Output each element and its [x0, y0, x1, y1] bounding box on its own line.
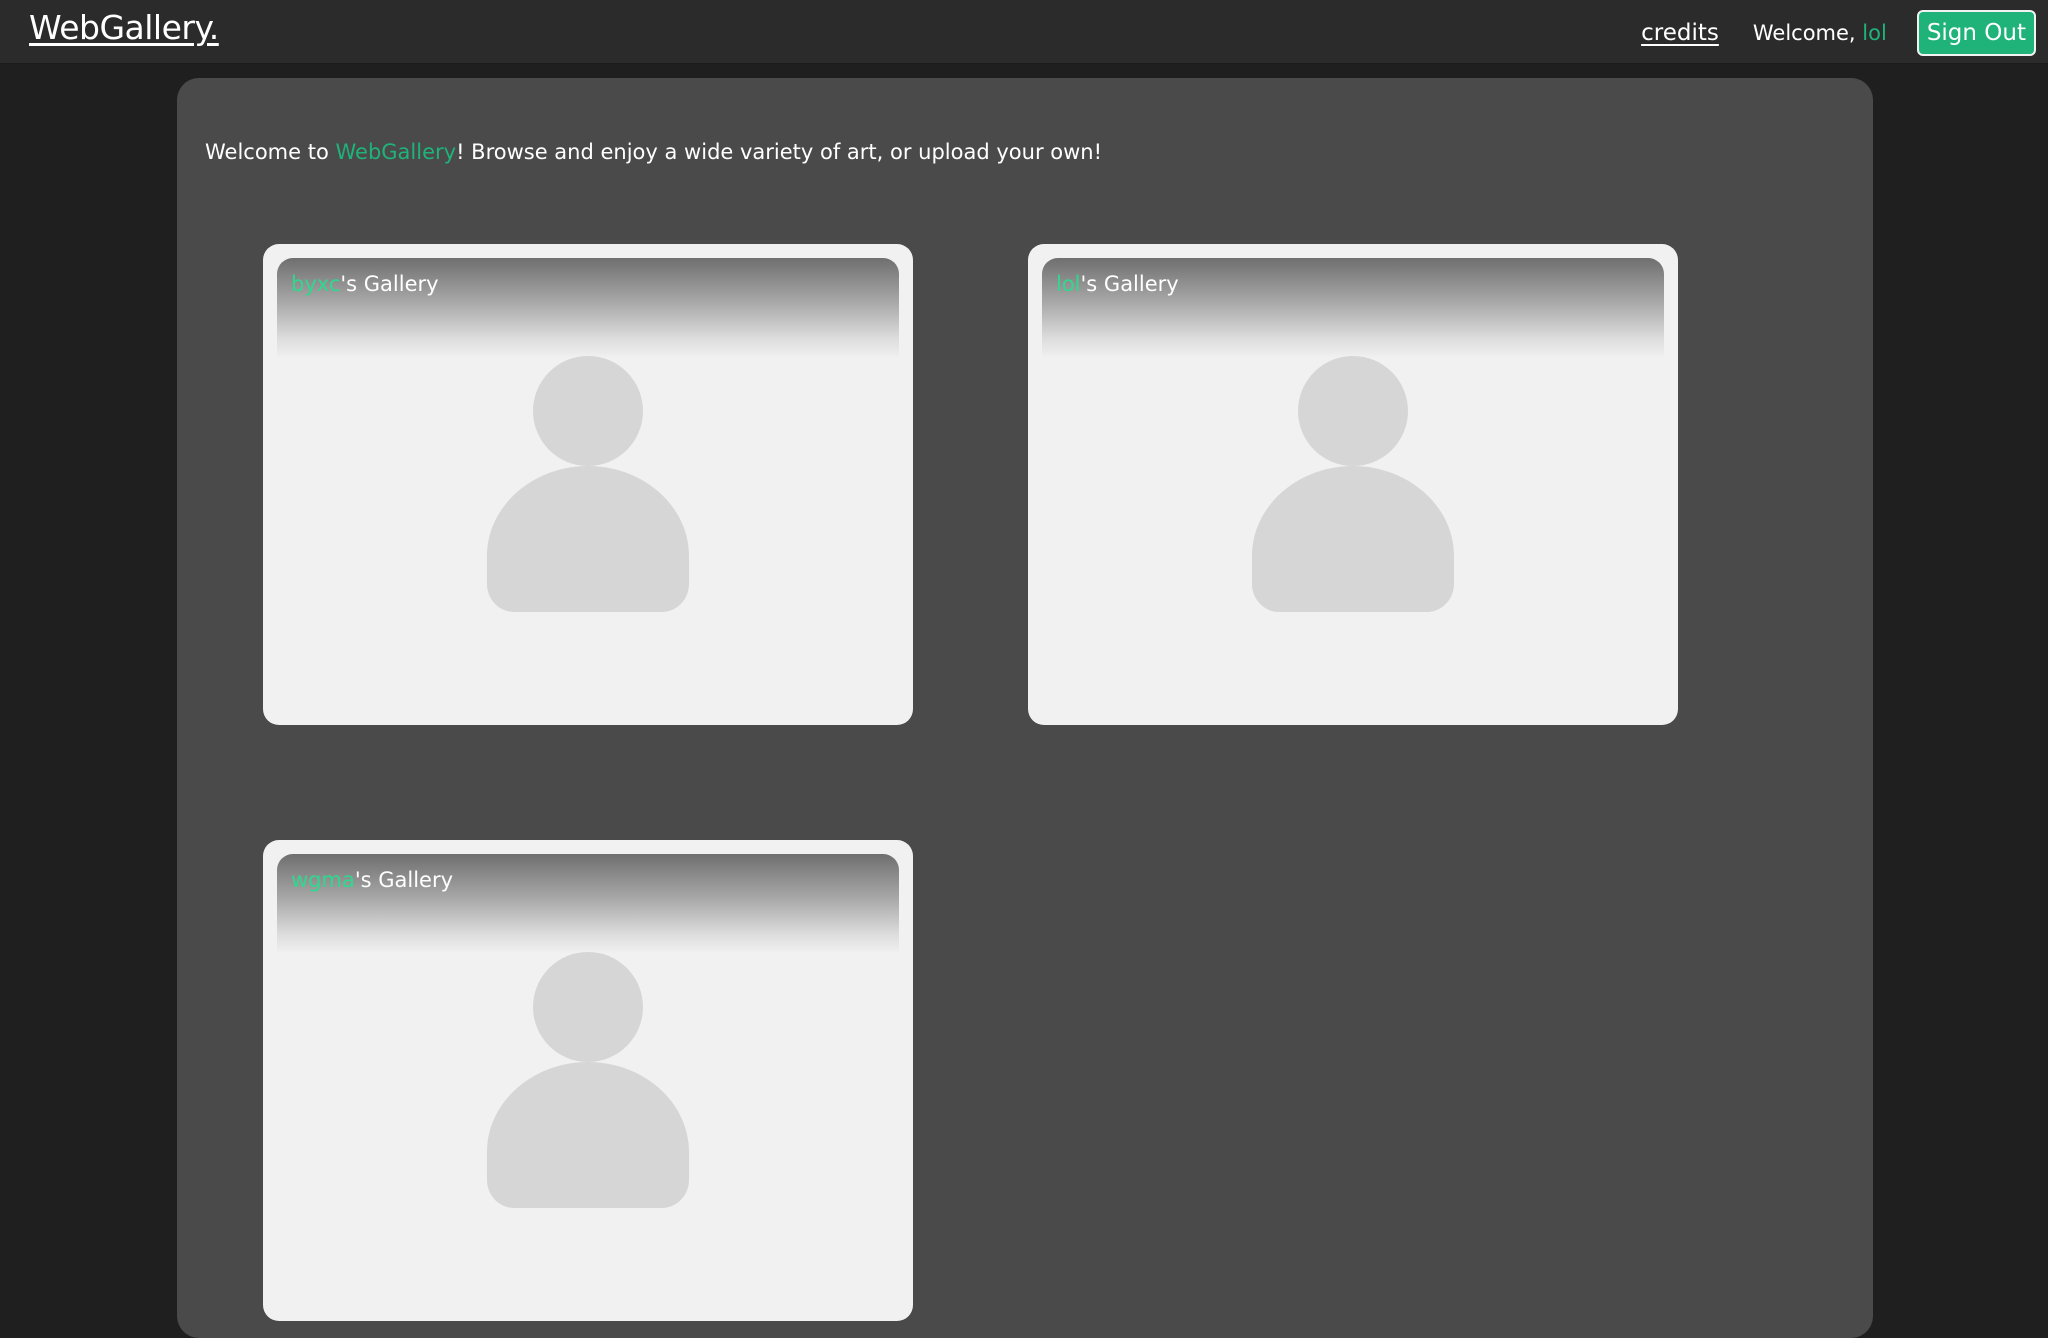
main-content-panel: Welcome to WebGallery! Browse and enjoy …	[177, 78, 1873, 1338]
gallery-card-title: byxc's Gallery	[291, 272, 439, 296]
gallery-card-header: wgma's Gallery	[277, 854, 899, 954]
gallery-title-suffix: 's Gallery	[1080, 272, 1179, 296]
gallery-title-suffix: 's Gallery	[354, 868, 454, 892]
intro-suffix: ! Browse and enjoy a wide variety of art…	[456, 140, 1103, 164]
gallery-card-wgma[interactable]: wgma's Gallery	[263, 840, 913, 1321]
welcome-message: Welcome, lol	[1753, 21, 1887, 45]
gallery-owner-name: byxc	[291, 272, 341, 296]
avatar-placeholder-icon	[1252, 356, 1454, 612]
gallery-card-byxc[interactable]: byxc's Gallery	[263, 244, 913, 725]
brand-logo-link[interactable]: WebGallery.	[29, 8, 219, 47]
intro-text: Welcome to WebGallery! Browse and enjoy …	[205, 140, 1102, 164]
intro-site-name: WebGallery	[335, 140, 457, 164]
gallery-card-header: lol's Gallery	[1042, 258, 1664, 358]
gallery-owner-name: lol	[1056, 272, 1081, 296]
current-username: lol	[1862, 21, 1887, 45]
avatar-placeholder-icon	[487, 952, 689, 1208]
welcome-prefix: Welcome,	[1752, 21, 1863, 45]
top-navbar: WebGallery. credits Welcome, lol Sign Ou…	[0, 0, 2048, 64]
navbar-right-group: credits Welcome, lol Sign Out	[1641, 10, 2036, 56]
gallery-card-title: wgma's Gallery	[291, 868, 453, 892]
gallery-title-suffix: 's Gallery	[340, 272, 439, 296]
gallery-card-title: lol's Gallery	[1056, 272, 1179, 296]
gallery-card-lol[interactable]: lol's Gallery	[1028, 244, 1678, 725]
gallery-owner-name: wgma	[291, 868, 355, 892]
avatar-placeholder-icon	[487, 356, 689, 612]
credits-link[interactable]: credits	[1641, 20, 1719, 46]
intro-prefix: Welcome to	[205, 140, 336, 164]
sign-out-button[interactable]: Sign Out	[1916, 10, 2036, 56]
gallery-card-header: byxc's Gallery	[277, 258, 899, 358]
